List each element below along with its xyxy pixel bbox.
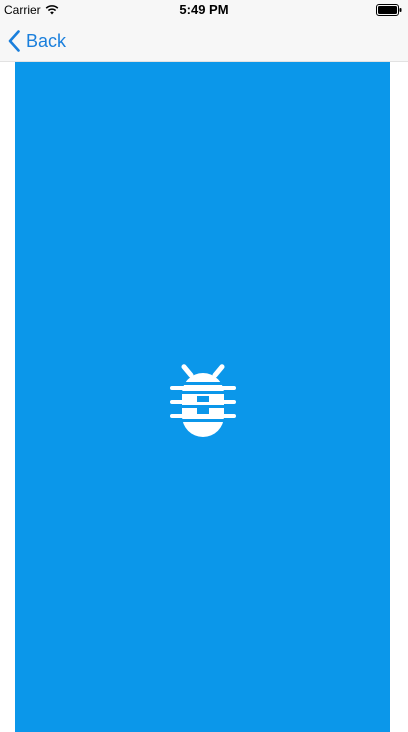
back-button[interactable]: Back: [8, 28, 66, 54]
bug-icon: [168, 361, 238, 437]
navigation-bar: Back: [0, 20, 408, 62]
status-bar: Carrier 5:49 PM: [0, 0, 408, 20]
chevron-left-icon: [8, 30, 20, 52]
content-panel: [15, 62, 390, 732]
back-label: Back: [26, 30, 67, 51]
status-time: 5:49 PM: [179, 2, 229, 17]
battery-icon: [376, 4, 402, 16]
